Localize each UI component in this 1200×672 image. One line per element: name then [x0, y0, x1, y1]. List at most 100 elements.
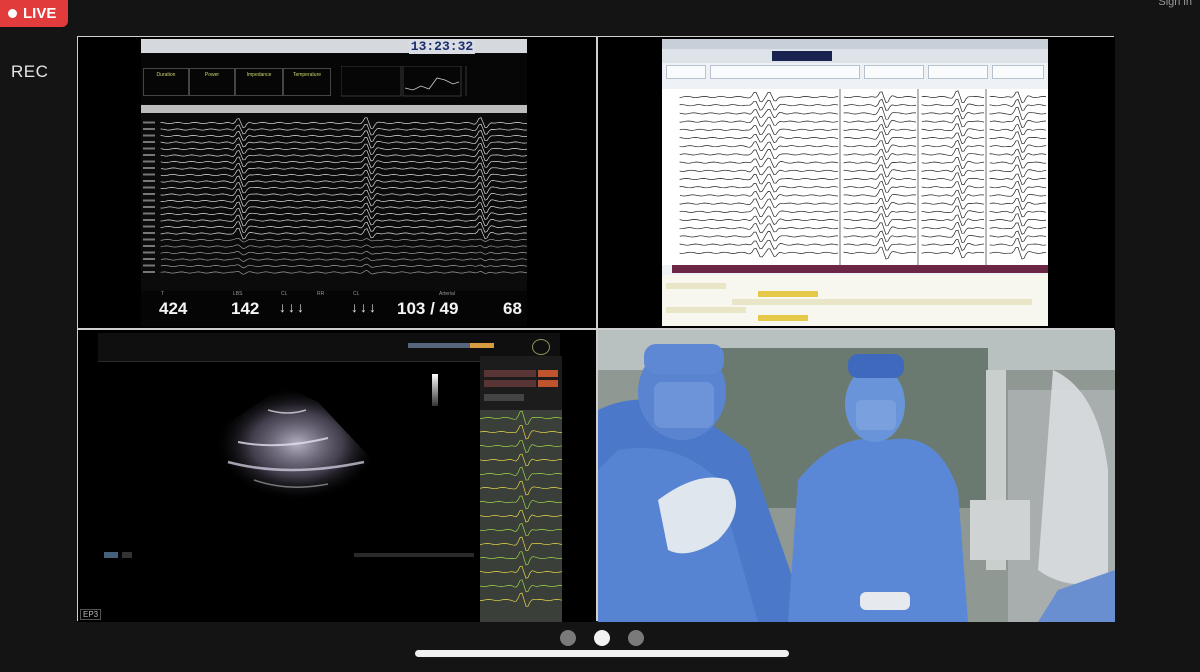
pagination-dot[interactable] — [628, 630, 644, 646]
mapping-trace-background — [662, 89, 1048, 265]
lab-camera-view — [598, 330, 1115, 622]
ep-trace — [160, 130, 527, 142]
ep-trace — [160, 156, 527, 168]
video-tile-mapping-system[interactable] — [598, 37, 1115, 328]
mapping-field — [992, 65, 1044, 79]
mapping-toolbar — [662, 49, 1048, 63]
ep-trace — [160, 214, 527, 227]
mapping-field — [710, 65, 860, 79]
ep-channel-label — [143, 199, 155, 202]
ep-arrows-b: ↓↓↓ — [351, 299, 378, 315]
ep-trace — [160, 237, 527, 243]
echo-side-header — [484, 394, 524, 401]
video-tile-lab-camera[interactable] — [598, 330, 1115, 622]
video-tile-echo[interactable]: EP3 — [78, 330, 596, 622]
mapping-window — [662, 39, 1048, 326]
ep-toolbar — [141, 105, 527, 113]
ep-channel-label — [143, 147, 155, 150]
ep-trace — [160, 169, 527, 181]
ep-trace — [160, 162, 527, 175]
ep-channel-label — [143, 206, 155, 208]
ep-channel-label — [143, 160, 155, 163]
echo-side-header-accent — [538, 380, 558, 387]
ep-recording-screen: 13:23:32 Duration Power Impedance Temper… — [141, 39, 527, 326]
ep-channel-label — [143, 154, 155, 156]
home-indicator[interactable] — [415, 650, 789, 657]
ep-cell-duration: Duration — [143, 68, 189, 96]
ep-tiny-label: Arterial — [439, 291, 455, 297]
ep-tiny-label: RR — [317, 291, 325, 297]
table-row — [666, 307, 746, 313]
rec-indicator: REC — [11, 62, 49, 81]
live-badge: LIVE — [0, 0, 68, 27]
ep-trace — [160, 117, 527, 129]
ep-tiny-label: T — [161, 291, 165, 297]
ep-cell-impedance: Impedance — [235, 68, 283, 96]
ep-value-2: 142 — [231, 299, 260, 318]
video-tile-ep-recording[interactable]: 13:23:32 Duration Power Impedance Temper… — [78, 37, 596, 328]
mapping-title-tab — [772, 51, 832, 61]
mapping-menubar — [662, 39, 1048, 49]
ep-ablation-panel: Duration Power Impedance Temperature — [141, 54, 527, 104]
table-row — [758, 291, 818, 297]
echo-tag: EP3 — [80, 609, 102, 620]
ep-channel-label — [143, 271, 155, 273]
mapping-timeline-bar[interactable] — [672, 265, 1048, 273]
mapping-field — [666, 65, 706, 79]
live-label: LIVE — [23, 5, 57, 22]
ep-trace — [160, 257, 527, 262]
echo-image — [214, 386, 380, 502]
ep-tiny-label: CL — [281, 291, 288, 297]
table-row — [758, 315, 808, 321]
ep-trace — [160, 263, 527, 269]
echo-footer-controls — [104, 552, 474, 558]
echo-status-bar-accent — [470, 343, 494, 348]
ep-mini-plot — [341, 66, 467, 97]
ep-trace — [160, 244, 527, 249]
ep-trace — [160, 188, 527, 201]
ep-channel-label — [143, 121, 155, 124]
ep-vitals-bar: T LBS CL CL RR Arterial 424 142 ↓↓↓ ↓↓↓ … — [141, 291, 527, 326]
ep-channel-label — [143, 219, 155, 221]
ep-arrows-a: ↓↓↓ — [279, 299, 306, 315]
mapping-signal-traces — [662, 89, 1048, 265]
ep-trace — [160, 270, 527, 275]
ep-channel-label — [143, 225, 155, 228]
ep-channel-label — [143, 258, 155, 260]
ep-channel-label — [143, 193, 155, 195]
ep-trace — [160, 208, 527, 220]
ep-tiny-label: CL — [353, 291, 360, 297]
ep-channel-label — [143, 141, 155, 143]
mapping-field — [928, 65, 988, 79]
ep-channel-label — [143, 134, 155, 137]
ep-channel-label — [143, 238, 155, 241]
echo-grayscale-bar — [432, 374, 438, 406]
ep-channel-label — [143, 264, 155, 267]
ep-tiny-label: LBS — [233, 291, 243, 297]
ep-channel-label — [143, 232, 155, 234]
live-dot-icon — [8, 9, 17, 18]
ep-channel-label — [143, 173, 155, 176]
echo-side-header-accent — [538, 370, 558, 377]
ep-channel-label — [143, 186, 155, 189]
ep-trace — [160, 194, 527, 208]
pagination-dot[interactable] — [594, 630, 610, 646]
pagination-dot[interactable] — [560, 630, 576, 646]
echo-ecg-strip — [480, 410, 562, 622]
ep-trace — [160, 227, 527, 240]
sign-in-link[interactable]: Sign in — [1158, 0, 1192, 8]
ep-value-1: 424 — [159, 299, 188, 318]
ep-channel-label — [143, 251, 155, 254]
mapping-event-table — [662, 275, 1048, 326]
ep-trace — [160, 175, 527, 188]
echo-side-header — [484, 380, 536, 387]
echo-side-header — [484, 370, 536, 377]
ep-cell-power: Power — [189, 68, 235, 96]
ep-signal-traces — [143, 117, 527, 275]
ep-trace — [160, 149, 527, 162]
ep-channel-label — [143, 212, 155, 215]
echo-logo-icon — [532, 339, 550, 355]
ep-clock: 13:23:32 — [409, 39, 475, 54]
ep-trace — [160, 221, 527, 233]
ep-trace — [160, 182, 527, 194]
